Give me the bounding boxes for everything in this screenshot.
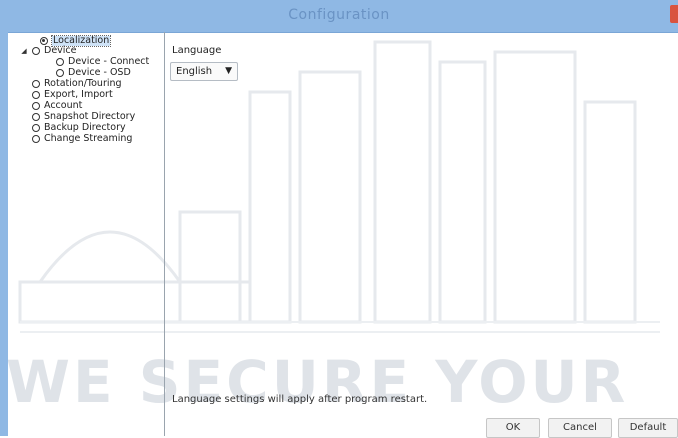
tree-item-label: Snapshot Directory <box>44 111 136 122</box>
radio-icon <box>32 135 40 143</box>
cancel-button[interactable]: Cancel <box>548 418 612 438</box>
radio-icon <box>32 113 40 121</box>
radio-icon <box>32 80 40 88</box>
tree-item-export-import[interactable]: Export, Import <box>32 90 113 100</box>
tree-item-device[interactable]: ◢ Device <box>20 45 77 56</box>
language-select[interactable]: English ▼ <box>170 62 238 81</box>
tree-item-label: Backup Directory <box>44 122 126 133</box>
tree-item-snapshot-directory[interactable]: Snapshot Directory <box>32 112 135 122</box>
tree-item-label: Device <box>44 45 77 56</box>
tree-item-label: Export, Import <box>44 89 113 100</box>
radio-icon <box>32 124 40 132</box>
close-button[interactable] <box>670 5 678 23</box>
tree-item-label: Device - OSD <box>68 67 131 78</box>
tree-item-device-connect[interactable]: Device - Connect <box>56 57 149 67</box>
tree-item-change-streaming[interactable]: Change Streaming <box>32 134 132 144</box>
tree-item-device-osd[interactable]: Device - OSD <box>56 68 131 78</box>
title-bar[interactable]: Configuration <box>0 0 678 33</box>
tree-item-label: Change Streaming <box>44 133 133 144</box>
tree-item-label: Rotation/Touring <box>44 78 122 89</box>
radio-icon <box>32 102 40 110</box>
window-frame-left <box>0 32 8 436</box>
window-title: Configuration <box>288 7 390 23</box>
tree-item-label: Account <box>44 100 83 111</box>
radio-icon <box>40 37 48 45</box>
restart-notice: Language settings will apply after progr… <box>172 394 428 405</box>
default-button[interactable]: Default <box>618 418 678 438</box>
radio-icon <box>32 91 40 99</box>
radio-icon <box>56 69 64 77</box>
ok-button[interactable]: OK <box>486 418 540 438</box>
radio-icon <box>32 47 40 55</box>
tree-item-label: Device - Connect <box>68 56 150 67</box>
tree-item-rotation-touring[interactable]: Rotation/Touring <box>32 79 122 89</box>
tree-item-backup-directory[interactable]: Backup Directory <box>32 123 126 133</box>
language-label: Language <box>172 45 222 56</box>
radio-icon <box>56 58 64 66</box>
language-select-value: English <box>176 66 213 77</box>
tree-item-account[interactable]: Account <box>32 101 82 111</box>
expand-arrow-icon[interactable]: ◢ <box>20 46 28 56</box>
settings-tree: Localization ◢ Device Device - Connect D… <box>14 32 165 436</box>
dropdown-arrow-icon: ▼ <box>225 66 232 76</box>
